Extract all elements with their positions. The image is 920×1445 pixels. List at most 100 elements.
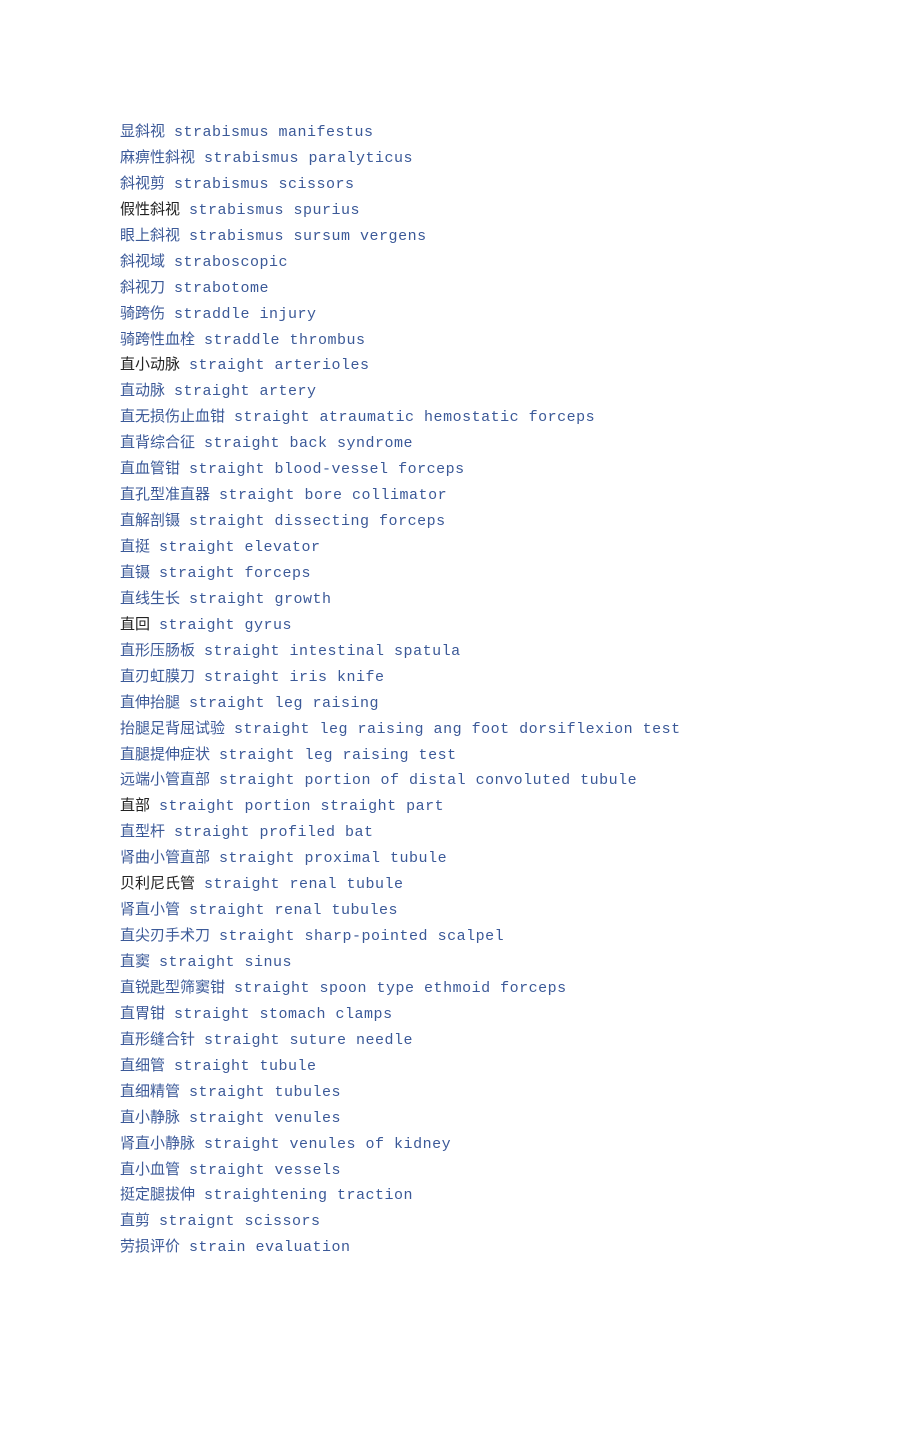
term-chinese: 直型杆 [120, 824, 165, 840]
term-english: strabismus scissors [174, 176, 355, 193]
term-english: straight venules of kidney [204, 1136, 451, 1153]
term-chinese: 直形缝合针 [120, 1032, 195, 1048]
term-english: straight stomach clamps [174, 1006, 393, 1023]
glossary-entry: 肾直小管 straight renal tubules [120, 898, 805, 924]
glossary-entry: 骑跨伤 straddle injury [120, 302, 805, 328]
term-chinese: 直部 [120, 798, 150, 814]
term-english: straight intestinal spatula [204, 643, 461, 660]
term-english: straightening traction [204, 1187, 413, 1204]
glossary-entry: 直部 straight portion straight part [120, 794, 805, 820]
glossary-entry: 直胃钳 straight stomach clamps [120, 1002, 805, 1028]
glossary-entry: 直剪 straignt scissors [120, 1209, 805, 1235]
term-chinese: 直剪 [120, 1213, 150, 1229]
term-chinese: 直无损伤止血钳 [120, 409, 225, 425]
term-english: strain evaluation [189, 1239, 351, 1256]
term-chinese: 斜视刀 [120, 280, 165, 296]
term-chinese: 骑跨伤 [120, 306, 165, 322]
glossary-entry: 直线生长 straight growth [120, 587, 805, 613]
glossary-entry: 肾直小静脉 straight venules of kidney [120, 1132, 805, 1158]
glossary-entry: 显斜视 strabismus manifestus [120, 120, 805, 146]
glossary-entry: 直镊 straight forceps [120, 561, 805, 587]
term-english: strabotome [174, 280, 269, 297]
glossary-entry: 直刃虹膜刀 straight iris knife [120, 665, 805, 691]
glossary-entry: 直形压肠板 straight intestinal spatula [120, 639, 805, 665]
term-english: strabismus spurius [189, 202, 360, 219]
glossary-entry: 直窦 straight sinus [120, 950, 805, 976]
term-chinese: 麻痹性斜视 [120, 150, 195, 166]
term-chinese: 斜视域 [120, 254, 165, 270]
glossary-entry: 远端小管直部 straight portion of distal convol… [120, 768, 805, 794]
term-chinese: 直细精管 [120, 1084, 180, 1100]
term-chinese: 远端小管直部 [120, 772, 210, 788]
glossary-entry: 直锐匙型筛窦钳 straight spoon type ethmoid forc… [120, 976, 805, 1002]
glossary-entry: 假性斜视 strabismus spurius [120, 198, 805, 224]
term-english: straight arterioles [189, 357, 370, 374]
term-english: strabismus sursum vergens [189, 228, 427, 245]
term-chinese: 直尖刃手术刀 [120, 928, 210, 944]
glossary-entry: 直小血管 straight vessels [120, 1158, 805, 1184]
glossary-entry: 直尖刃手术刀 straight sharp-pointed scalpel [120, 924, 805, 950]
glossary-entry: 直型杆 straight profiled bat [120, 820, 805, 846]
term-english: straight blood-vessel forceps [189, 461, 465, 478]
term-chinese: 直腿提伸症状 [120, 747, 210, 763]
glossary-entry: 直背综合征 straight back syndrome [120, 431, 805, 457]
term-english: strabismus manifestus [174, 124, 374, 141]
term-english: straight back syndrome [204, 435, 413, 452]
term-chinese: 直动脉 [120, 383, 165, 399]
glossary-entry: 贝利尼氏管 straight renal tubule [120, 872, 805, 898]
term-english: straight growth [189, 591, 332, 608]
glossary-entry: 直回 straight gyrus [120, 613, 805, 639]
term-english: straight venules [189, 1110, 341, 1127]
term-chinese: 直解剖镊 [120, 513, 180, 529]
glossary-entry: 直细管 straight tubule [120, 1054, 805, 1080]
term-english: straight leg raising test [219, 747, 457, 764]
term-english: straddle injury [174, 306, 317, 323]
term-chinese: 直伸抬腿 [120, 695, 180, 711]
term-english: straight artery [174, 383, 317, 400]
term-english: straight atraumatic hemostatic forceps [234, 409, 595, 426]
term-chinese: 直窦 [120, 954, 150, 970]
term-english: straight profiled bat [174, 824, 374, 841]
term-chinese: 显斜视 [120, 124, 165, 140]
term-english: straight iris knife [204, 669, 385, 686]
glossary-entry: 直无损伤止血钳 straight atraumatic hemostatic f… [120, 405, 805, 431]
term-english: straight spoon type ethmoid forceps [234, 980, 567, 997]
term-chinese: 贝利尼氏管 [120, 876, 195, 892]
term-english: straight vessels [189, 1162, 341, 1179]
document-page: 显斜视 strabismus manifestus麻痹性斜视 strabismu… [0, 0, 920, 1401]
term-english: straight proximal tubule [219, 850, 447, 867]
term-chinese: 直血管钳 [120, 461, 180, 477]
term-chinese: 骑跨性血栓 [120, 332, 195, 348]
term-chinese: 肾直小静脉 [120, 1136, 195, 1152]
glossary-entry: 劳损评价 strain evaluation [120, 1235, 805, 1261]
glossary-entry: 抬腿足背屈试验 straight leg raising ang foot do… [120, 717, 805, 743]
glossary-entry: 挺定腿拔伸 straightening traction [120, 1183, 805, 1209]
term-chinese: 直小动脉 [120, 357, 180, 373]
term-english: strabismus paralyticus [204, 150, 413, 167]
term-chinese: 直形压肠板 [120, 643, 195, 659]
term-chinese: 直锐匙型筛窦钳 [120, 980, 225, 996]
glossary-entry: 斜视刀 strabotome [120, 276, 805, 302]
glossary-entry: 斜视剪 strabismus scissors [120, 172, 805, 198]
term-english: straight portion straight part [159, 798, 444, 815]
glossary-entry: 直腿提伸症状 straight leg raising test [120, 743, 805, 769]
glossary-entry: 眼上斜视 strabismus sursum vergens [120, 224, 805, 250]
term-english: straight gyrus [159, 617, 292, 634]
glossary-entry: 直小动脉 straight arterioles [120, 353, 805, 379]
term-english: straight forceps [159, 565, 311, 582]
term-chinese: 斜视剪 [120, 176, 165, 192]
glossary-entry: 骑跨性血栓 straddle thrombus [120, 328, 805, 354]
term-english: straddle thrombus [204, 332, 366, 349]
term-chinese: 直线生长 [120, 591, 180, 607]
term-chinese: 直小静脉 [120, 1110, 180, 1126]
term-chinese: 直回 [120, 617, 150, 633]
glossary-entry: 麻痹性斜视 strabismus paralyticus [120, 146, 805, 172]
glossary-entry: 直细精管 straight tubules [120, 1080, 805, 1106]
term-chinese: 眼上斜视 [120, 228, 180, 244]
term-chinese: 直背综合征 [120, 435, 195, 451]
term-english: straight renal tubules [189, 902, 398, 919]
term-chinese: 抬腿足背屈试验 [120, 721, 225, 737]
term-english: straignt scissors [159, 1213, 321, 1230]
term-english: straight leg raising [189, 695, 379, 712]
glossary-entry: 直动脉 straight artery [120, 379, 805, 405]
